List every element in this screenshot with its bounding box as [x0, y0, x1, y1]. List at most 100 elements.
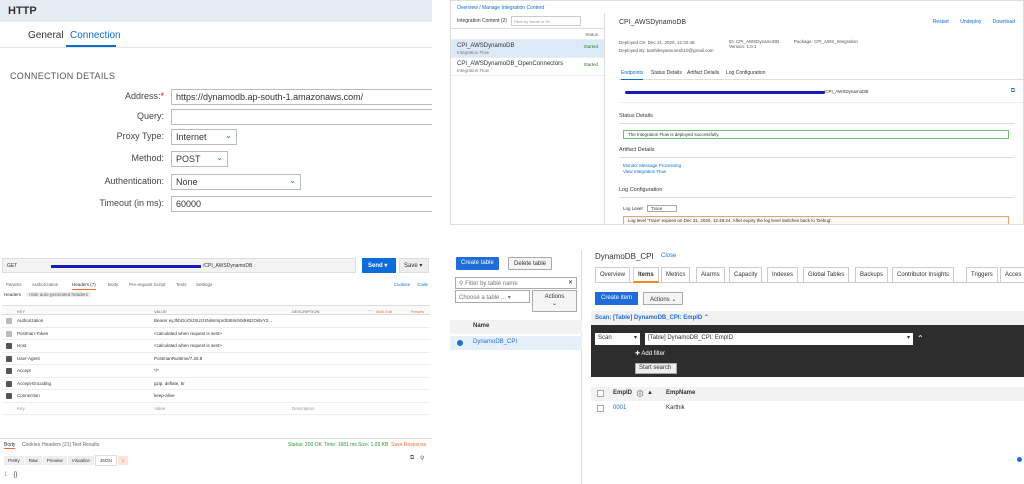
- tab-authorization[interactable]: Authorization: [32, 282, 58, 287]
- name-column-header[interactable]: Name: [450, 320, 582, 334]
- monitor-message-link[interactable]: Monitor Message Processing: [623, 163, 681, 168]
- query-input[interactable]: [171, 109, 432, 125]
- sort-icon[interactable]: ▲: [647, 390, 653, 396]
- tab-params[interactable]: Params: [6, 282, 22, 287]
- table-filter-input[interactable]: ⚲ Filter by table name ✕: [455, 277, 577, 289]
- endpoint-url[interactable]: /CPI_AWSDynamoDB: [824, 89, 868, 94]
- send-button[interactable]: Send ▾: [362, 258, 396, 273]
- save-button[interactable]: Save ▾: [399, 258, 429, 273]
- start-search-button[interactable]: Start search: [635, 363, 677, 374]
- tab-connection[interactable]: Connection: [70, 30, 121, 41]
- tab-body[interactable]: Body: [108, 282, 118, 287]
- create-item-button[interactable]: Create item: [595, 292, 639, 305]
- tab-global-tables[interactable]: Global Tables: [803, 267, 850, 283]
- tab-indexes[interactable]: Indexes: [767, 267, 799, 283]
- row-checkbox[interactable]: [6, 355, 12, 362]
- hide-auto-headers-toggle[interactable]: Hide auto-generated headers: [26, 292, 91, 297]
- scrollbar-indicator[interactable]: [1017, 457, 1022, 462]
- delete-table-button[interactable]: Delete table: [508, 257, 553, 270]
- copy-icon[interactable]: ⧉: [1011, 88, 1015, 95]
- row-checkbox[interactable]: [6, 318, 12, 324]
- authentication-select[interactable]: None ⌄: [171, 174, 301, 190]
- tab-endpoints[interactable]: Endpoints: [621, 70, 644, 80]
- new-description-input[interactable]: Description: [292, 406, 315, 411]
- pretty-button[interactable]: Pretty: [4, 456, 24, 465]
- method-select[interactable]: GET: [7, 263, 17, 269]
- tab-access[interactable]: Acces: [1000, 267, 1024, 283]
- tab-capacity[interactable]: Capacity: [729, 267, 763, 283]
- new-value-input[interactable]: Value: [154, 406, 165, 411]
- row-checkbox[interactable]: [6, 380, 12, 387]
- code-link[interactable]: Code: [417, 282, 428, 287]
- save-response-button[interactable]: Save Response: [391, 442, 426, 448]
- restart-button[interactable]: Restart: [933, 19, 949, 25]
- scan-mode-select[interactable]: Scan ▾: [595, 333, 640, 345]
- list-item[interactable]: CPI_AWSDynamoDB_OpenConnectors Integrati…: [451, 58, 604, 76]
- tab-contributor-insights[interactable]: Contributor Insights: [892, 267, 955, 283]
- download-button[interactable]: Download: [993, 19, 1015, 25]
- tab-test-results[interactable]: Test Results: [72, 442, 99, 448]
- create-table-button[interactable]: Create table: [456, 257, 499, 270]
- row-checkbox[interactable]: [6, 343, 12, 349]
- empname-column-header[interactable]: EmpName: [666, 390, 695, 396]
- undeploy-button[interactable]: Undeploy: [960, 19, 981, 25]
- row-checkbox[interactable]: [597, 405, 604, 412]
- tab-items[interactable]: Items: [633, 267, 659, 283]
- row-checkbox[interactable]: [6, 368, 12, 374]
- search-icon[interactable]: ⚲: [420, 455, 424, 462]
- tab-status-details[interactable]: Status Details: [651, 70, 682, 76]
- tab-general[interactable]: General: [28, 30, 64, 41]
- url-bar[interactable]: GET /CPI_AWSDynamoDB: [2, 258, 356, 273]
- url-input[interactable]: /CPI_AWSDynamoDB: [203, 263, 252, 269]
- tab-tests[interactable]: Tests: [176, 282, 187, 287]
- tab-response-headers[interactable]: Headers (21): [42, 442, 71, 448]
- empid-cell[interactable]: 0001: [613, 405, 626, 411]
- method-select[interactable]: POST ⌄: [171, 151, 228, 167]
- actions-button[interactable]: Actions ⌄: [532, 290, 577, 312]
- tab-response-cookies[interactable]: Cookies: [22, 442, 40, 448]
- row-checkbox[interactable]: [6, 330, 12, 337]
- tab-backups[interactable]: Backups: [855, 267, 889, 283]
- item-actions-button[interactable]: Actions ⌄: [643, 292, 684, 305]
- format-select[interactable]: JSON: [94, 455, 117, 466]
- preview-button[interactable]: Preview: [42, 456, 67, 465]
- scan-title[interactable]: Scan: [Table] DynamoDB_CPI: EmpID ⌃: [591, 311, 1024, 325]
- tab-response-body[interactable]: Body: [4, 442, 16, 449]
- address-input[interactable]: https://dynamodb.ap-south-1.amazonaws.co…: [171, 89, 432, 105]
- row-radio[interactable]: [457, 340, 463, 346]
- list-item[interactable]: CPI_AWSDynamoDB Integration Flow Started: [451, 40, 604, 58]
- tab-log-configuration[interactable]: Log Configuration: [726, 70, 765, 76]
- search-input[interactable]: Filter by Name or ID: [511, 16, 581, 26]
- tab-artifact-details[interactable]: Artifact Details: [687, 70, 719, 76]
- more-icon[interactable]: ⋯: [368, 308, 372, 313]
- copy-icon[interactable]: ⧉: [410, 455, 414, 462]
- tab-pre-request-script[interactable]: Pre-request Script: [129, 282, 165, 287]
- close-icon[interactable]: ✕: [568, 279, 573, 286]
- new-key-input[interactable]: Key: [17, 406, 25, 411]
- table-row[interactable]: DynamoDB_CPI: [450, 336, 582, 350]
- tab-headers[interactable]: Headers (7): [72, 282, 96, 290]
- proxy-type-select[interactable]: Internet ⌄: [171, 129, 237, 145]
- add-filter-button[interactable]: ✚ Add filter: [635, 350, 665, 357]
- chevron-up-icon[interactable]: ⌃: [917, 334, 924, 343]
- cookies-link[interactable]: Cookies: [394, 282, 410, 287]
- breadcrumb[interactable]: Overview / Manage Integration Content: [457, 5, 544, 11]
- tab-metrics[interactable]: Metrics: [661, 267, 691, 283]
- wrap-icon[interactable]: ≡: [117, 456, 129, 465]
- timeout-input[interactable]: 60000: [171, 196, 432, 212]
- close-button[interactable]: Close: [661, 253, 676, 259]
- choose-table-select[interactable]: Choose a table ... ▾: [455, 290, 530, 303]
- empid-column-header[interactable]: EmpID: [613, 390, 632, 396]
- visualize-button[interactable]: Visualize: [67, 456, 94, 465]
- row-checkbox[interactable]: [6, 393, 12, 399]
- tab-triggers[interactable]: Triggers: [966, 267, 998, 283]
- log-level-select[interactable]: Trace: [647, 205, 678, 212]
- bulk-edit-link[interactable]: Bulk Edit: [376, 309, 392, 314]
- select-all-checkbox[interactable]: [597, 390, 604, 397]
- tab-alarms[interactable]: Alarms: [696, 267, 725, 283]
- presets-link[interactable]: Presets: [410, 309, 424, 314]
- view-integration-flow-link[interactable]: View Integration Flow: [623, 169, 666, 174]
- tab-overview[interactable]: Overview: [595, 267, 631, 283]
- tab-settings[interactable]: Settings: [196, 282, 212, 287]
- raw-button[interactable]: Raw: [24, 456, 42, 465]
